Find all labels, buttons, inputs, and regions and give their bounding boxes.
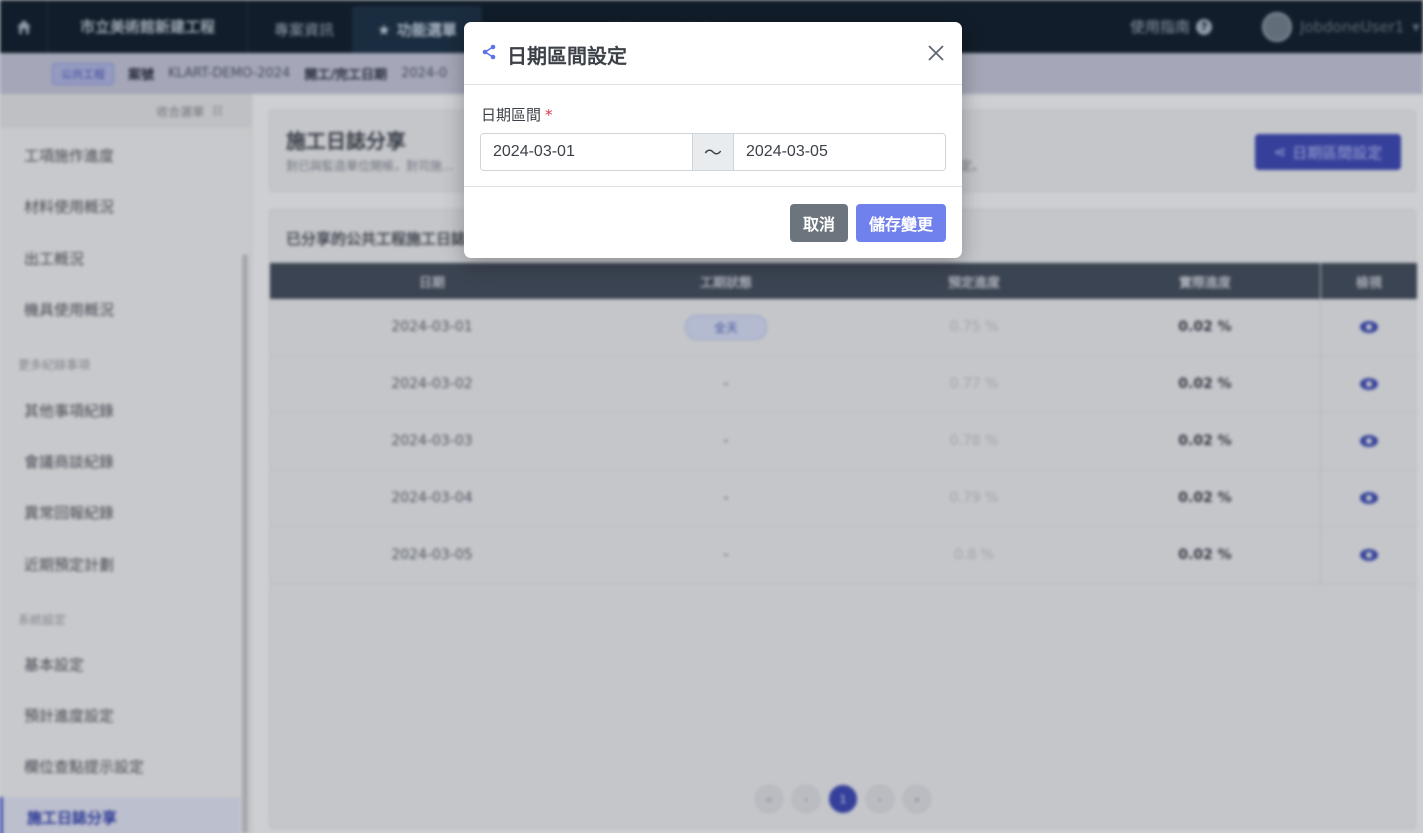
- date-range-separator: ～: [693, 134, 734, 170]
- modal-title: 日期區間設定: [507, 44, 627, 68]
- modal-header: 日期區間設定: [464, 22, 962, 85]
- date-range-input-group: ～: [480, 133, 946, 171]
- date-range-modal: 日期區間設定 日期區間* ～ 取消 儲存變更: [464, 22, 962, 258]
- date-range-label: 日期區間 *: [481, 104, 553, 125]
- cancel-button[interactable]: 取消: [790, 204, 848, 242]
- modal-footer: 取消 儲存變更: [464, 188, 962, 258]
- start-date-input[interactable]: [481, 134, 693, 170]
- required-mark: *: [545, 106, 553, 124]
- save-changes-button[interactable]: 儲存變更: [856, 204, 946, 242]
- date-range-label-text: 日期區間: [481, 106, 542, 124]
- end-date-input[interactable]: [734, 134, 945, 170]
- close-icon[interactable]: [926, 43, 946, 63]
- share-icon: [482, 44, 496, 60]
- modal-body: 日期區間* ～: [464, 85, 962, 187]
